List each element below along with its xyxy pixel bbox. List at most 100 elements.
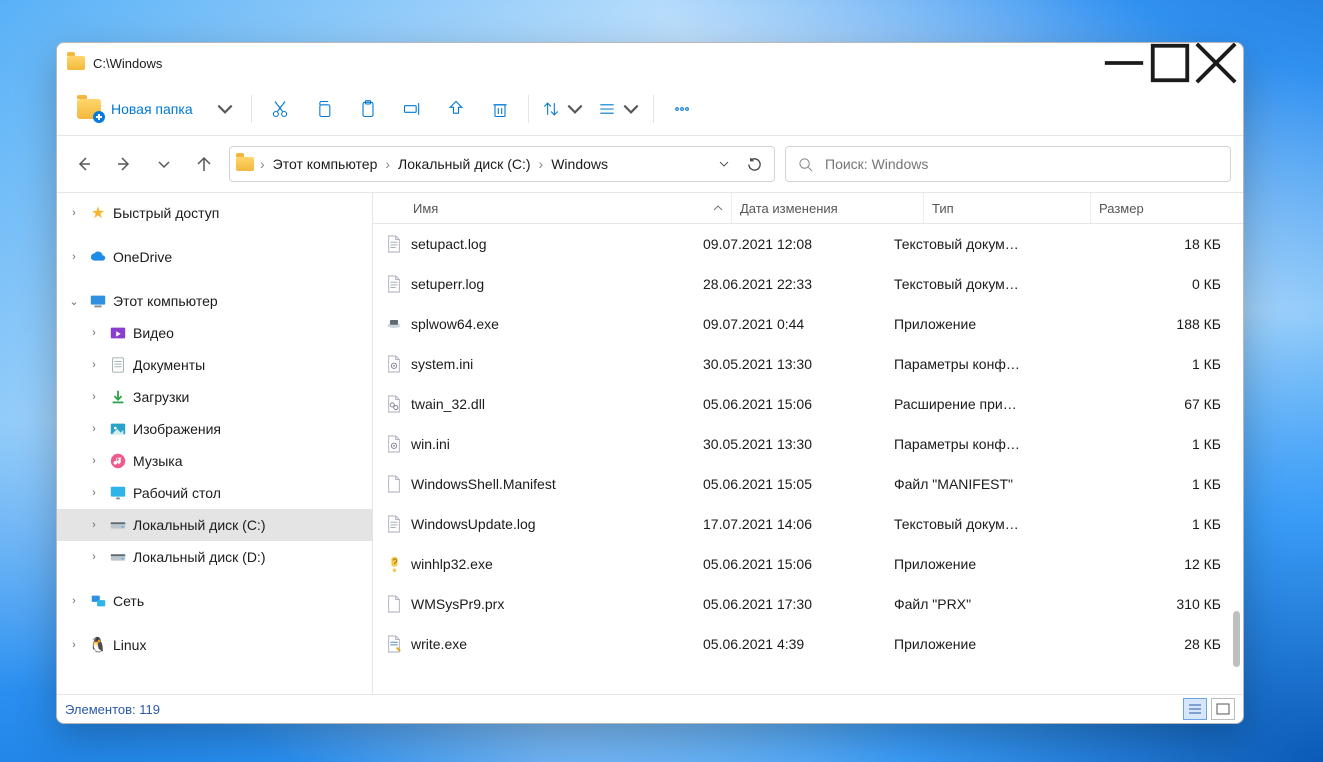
cut-button[interactable]: [258, 91, 302, 127]
delete-button[interactable]: [478, 91, 522, 127]
sidebar-item-docs[interactable]: ›Документы: [57, 349, 372, 381]
rename-button[interactable]: [390, 91, 434, 127]
breadcrumb-item[interactable]: Windows: [547, 152, 612, 176]
file-row[interactable]: setupact.log09.07.2021 12:08Текстовый до…: [373, 224, 1243, 264]
twisty-icon[interactable]: ›: [65, 207, 83, 219]
breadcrumb-item[interactable]: Этот компьютер: [269, 152, 382, 176]
file-row[interactable]: system.ini30.05.2021 13:30Параметры конф…: [373, 344, 1243, 384]
sidebar-item-dl[interactable]: ›Загрузки: [57, 381, 372, 413]
thumb-view-button[interactable]: [1211, 698, 1235, 720]
file-row[interactable]: WindowsUpdate.log17.07.2021 14:06Текстов…: [373, 504, 1243, 544]
twisty-icon[interactable]: ›: [85, 519, 103, 531]
file-type: Приложение: [886, 316, 1052, 332]
up-button[interactable]: [189, 149, 219, 179]
new-folder-icon: [77, 99, 101, 119]
file-list: Имя Дата изменения Тип Размер setupact.l…: [373, 193, 1243, 694]
twisty-icon[interactable]: ›: [85, 455, 103, 467]
file-row[interactable]: setuperr.log28.06.2021 22:33Текстовый до…: [373, 264, 1243, 304]
breadcrumb-item[interactable]: Локальный диск (C:): [394, 152, 535, 176]
file-name: WindowsUpdate.log: [411, 516, 536, 532]
file-row[interactable]: WMSysPr9.prx05.06.2021 17:30Файл "PRX"31…: [373, 584, 1243, 624]
column-type[interactable]: Тип: [924, 193, 1091, 223]
file-row[interactable]: splwow64.exe09.07.2021 0:44Приложение188…: [373, 304, 1243, 344]
sidebar-item-desk[interactable]: ›Рабочий стол: [57, 477, 372, 509]
scrollbar-thumb[interactable]: [1233, 611, 1240, 667]
text-icon: [385, 234, 403, 254]
file-size: 1 КБ: [1052, 356, 1229, 372]
search-box[interactable]: [785, 146, 1231, 182]
back-button[interactable]: [69, 149, 99, 179]
twisty-icon[interactable]: ›: [65, 639, 83, 651]
sidebar-item-onedrive[interactable]: ›OneDrive: [57, 241, 372, 273]
sidebar-item-label: Локальный диск (C:): [133, 517, 266, 533]
sidebar-item-music[interactable]: ›Музыка: [57, 445, 372, 477]
new-folder-button[interactable]: Новая папка: [69, 91, 201, 127]
sidebar-item-quick[interactable]: ›★Быстрый доступ: [57, 197, 372, 229]
minimize-button[interactable]: [1101, 47, 1147, 79]
file-row[interactable]: win.ini30.05.2021 13:30Параметры конф…1 …: [373, 424, 1243, 464]
file-name: win.ini: [411, 436, 450, 452]
maximize-button[interactable]: [1147, 47, 1193, 79]
refresh-button[interactable]: [740, 150, 768, 178]
net-icon: [89, 593, 107, 609]
search-input[interactable]: [823, 155, 1218, 173]
text-icon: [385, 274, 403, 294]
dll-icon: [385, 394, 403, 414]
file-row[interactable]: WindowsShell.Manifest05.06.2021 15:05Фай…: [373, 464, 1243, 504]
sort-button[interactable]: [535, 91, 591, 127]
twisty-icon[interactable]: ›: [85, 487, 103, 499]
address-bar[interactable]: › Этот компьютер › Локальный диск (C:) ›…: [229, 146, 775, 182]
share-button[interactable]: [434, 91, 478, 127]
more-button[interactable]: [660, 91, 704, 127]
column-size[interactable]: Размер: [1091, 193, 1229, 223]
address-dropdown-button[interactable]: [710, 150, 738, 178]
column-date[interactable]: Дата изменения: [732, 193, 924, 223]
column-name[interactable]: Имя: [373, 193, 732, 223]
file-type: Файл "PRX": [886, 596, 1052, 612]
file-name: system.ini: [411, 356, 473, 372]
new-dropdown-button[interactable]: [201, 91, 245, 127]
file-size: 1 КБ: [1052, 476, 1229, 492]
sidebar-item-net[interactable]: ›Сеть: [57, 585, 372, 617]
file-date: 09.07.2021 12:08: [695, 236, 886, 252]
twisty-icon[interactable]: ›: [85, 551, 103, 563]
file-row[interactable]: write.exe05.06.2021 4:39Приложение28 КБ: [373, 624, 1243, 664]
paste-button[interactable]: [346, 91, 390, 127]
recent-dropdown-button[interactable]: [149, 149, 179, 179]
close-button[interactable]: [1193, 47, 1239, 79]
toolbar: Новая папка: [57, 83, 1243, 136]
twisty-icon[interactable]: ›: [85, 327, 103, 339]
sidebar-item-label: Видео: [133, 325, 174, 341]
pc-icon: [89, 293, 107, 309]
help-icon: [385, 554, 403, 574]
star-icon: ★: [89, 205, 107, 221]
twisty-icon[interactable]: ⌄: [65, 295, 83, 308]
sidebar-item-diskd[interactable]: ›Локальный диск (D:): [57, 541, 372, 573]
titlebar[interactable]: C:\Windows: [57, 43, 1243, 83]
sidebar-item-videos[interactable]: › Видео: [57, 317, 372, 349]
sidebar-item-diskc[interactable]: › Локальный диск (C:): [57, 509, 372, 541]
file-date: 17.07.2021 14:06: [695, 516, 886, 532]
file-type: Текстовый докум…: [886, 276, 1052, 292]
file-row[interactable]: twain_32.dll05.06.2021 15:06Расширение п…: [373, 384, 1243, 424]
sidebar-item-pics[interactable]: ›Изображения: [57, 413, 372, 445]
sidebar-item-thispc[interactable]: ⌄Этот компьютер: [57, 285, 372, 317]
chevron-icon: ›: [260, 156, 265, 172]
sidebar[interactable]: ›★Быстрый доступ›OneDrive⌄Этот компьютер…: [57, 193, 373, 694]
view-button[interactable]: [591, 91, 647, 127]
forward-button[interactable]: [109, 149, 139, 179]
copy-button[interactable]: [302, 91, 346, 127]
address-folder-icon: [236, 157, 254, 171]
file-row[interactable]: winhlp32.exe05.06.2021 15:06Приложение12…: [373, 544, 1243, 584]
navigation-row: › Этот компьютер › Локальный диск (C:) ›…: [57, 136, 1243, 193]
file-type: Приложение: [886, 636, 1052, 652]
twisty-icon[interactable]: ›: [65, 595, 83, 607]
linux-icon: 🐧: [89, 637, 107, 653]
twisty-icon[interactable]: ›: [85, 423, 103, 435]
twisty-icon[interactable]: ›: [65, 251, 83, 263]
twisty-icon[interactable]: ›: [85, 359, 103, 371]
twisty-icon[interactable]: ›: [85, 391, 103, 403]
file-type: Параметры конф…: [886, 436, 1052, 452]
details-view-button[interactable]: [1183, 698, 1207, 720]
sidebar-item-linux[interactable]: ›🐧Linux: [57, 629, 372, 661]
